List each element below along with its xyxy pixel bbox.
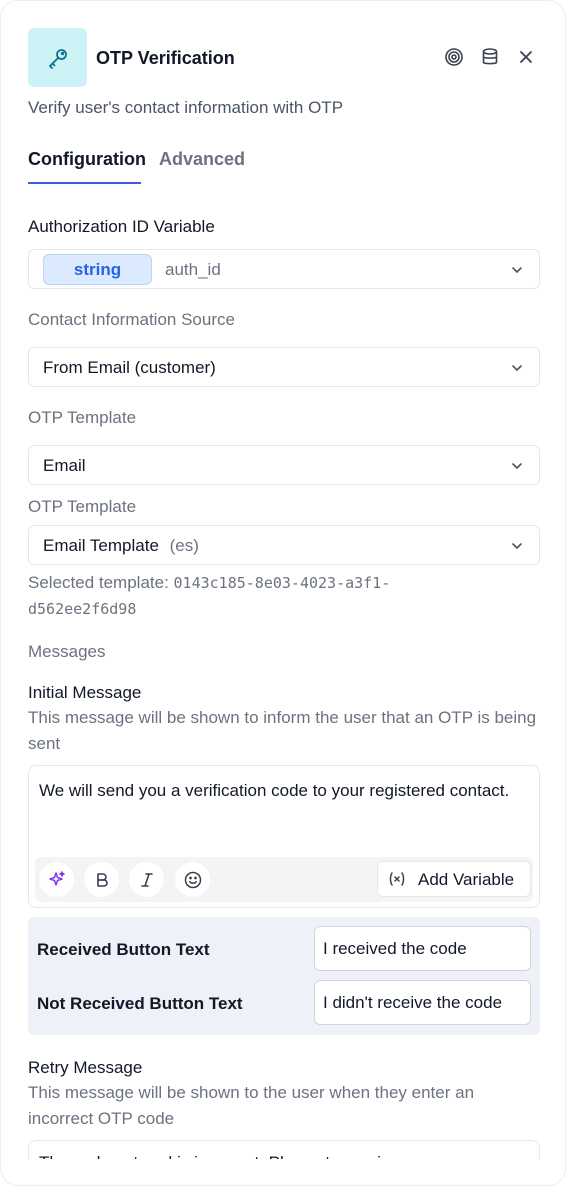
add-variable-button[interactable]: Add Variable <box>377 861 531 897</box>
key-icon <box>28 28 87 87</box>
not-received-button-label: Not Received Button Text <box>37 994 243 1013</box>
active-tab-indicator <box>28 182 141 184</box>
type-badge: string <box>43 254 152 285</box>
add-variable-label: Add Variable <box>418 870 515 889</box>
initial-message-label: Initial Message <box>28 683 142 702</box>
target-icon[interactable] <box>443 46 465 68</box>
contact-source-label: Contact Information Source <box>28 310 235 329</box>
auth-var-label: Authorization ID Variable <box>28 217 215 236</box>
tab-advanced[interactable]: Advanced <box>159 149 245 170</box>
chevron-down-icon <box>512 463 522 469</box>
received-button-label: Received Button Text <box>37 940 210 959</box>
chevron-down-icon <box>512 365 522 371</box>
otp-template-label: OTP Template <box>28 497 137 516</box>
auth-var-select[interactable]: string auth_id <box>28 249 540 289</box>
retry-message-label: Retry Message <box>28 1058 143 1077</box>
panel-subtitle: Verify user's contact information with O… <box>28 98 344 117</box>
contact-source-value: From Email (customer) <box>43 358 216 377</box>
selected-template-id-1: 0143c185-8e03-4023-a3f1- <box>173 574 391 592</box>
initial-message-text[interactable]: We will send you a verification code to … <box>39 777 519 805</box>
contact-source-select[interactable]: From Email (customer) <box>28 347 540 387</box>
retry-message-help: This message will be shown to the user w… <box>28 1083 475 1128</box>
selected-template-prefix: Selected template: <box>28 573 174 592</box>
italic-icon[interactable] <box>129 862 164 897</box>
close-icon[interactable] <box>515 46 537 68</box>
not-received-button-input[interactable] <box>314 980 531 1025</box>
button-text-settings: Received Button Text Not Received Button… <box>28 917 540 1035</box>
panel-header: OTP Verification <box>28 28 538 88</box>
database-icon[interactable] <box>479 46 501 68</box>
tab-configuration[interactable]: Configuration <box>28 149 146 170</box>
selected-template-info: Selected template: 0143c185-8e03-4023-a3… <box>28 570 538 622</box>
auth-var-value: auth_id <box>165 260 221 279</box>
otp-channel-select[interactable]: Email <box>28 445 540 485</box>
chevron-down-icon <box>512 543 522 549</box>
otp-template-select[interactable]: Email Template (es) <box>28 525 540 565</box>
otp-channel-label: OTP Template <box>28 408 137 427</box>
received-button-input[interactable] <box>314 926 531 971</box>
otp-template-lang: (es) <box>169 536 199 555</box>
bold-icon[interactable] <box>84 862 119 897</box>
otp-template-value: Email Template (es) <box>43 536 199 556</box>
panel-title: OTP Verification <box>96 48 235 68</box>
editor-toolbar: Add Variable <box>35 857 533 902</box>
otp-verification-panel: OTP Verification Verify user's contact i… <box>0 0 566 1186</box>
initial-message-help: This message will be shown to inform the… <box>28 708 537 753</box>
panel-bottom-edge <box>1 1159 565 1185</box>
sparkle-icon[interactable] <box>39 862 74 897</box>
messages-section-label: Messages <box>28 642 106 661</box>
selected-template-id-2: d562ee2f6d98 <box>28 600 137 618</box>
initial-message-editor[interactable]: We will send you a verification code to … <box>28 765 540 908</box>
chevron-down-icon <box>512 267 522 273</box>
variable-icon <box>389 872 405 886</box>
otp-channel-value: Email <box>43 456 86 475</box>
otp-template-name: Email Template <box>43 536 159 555</box>
emoji-icon[interactable] <box>175 862 210 897</box>
